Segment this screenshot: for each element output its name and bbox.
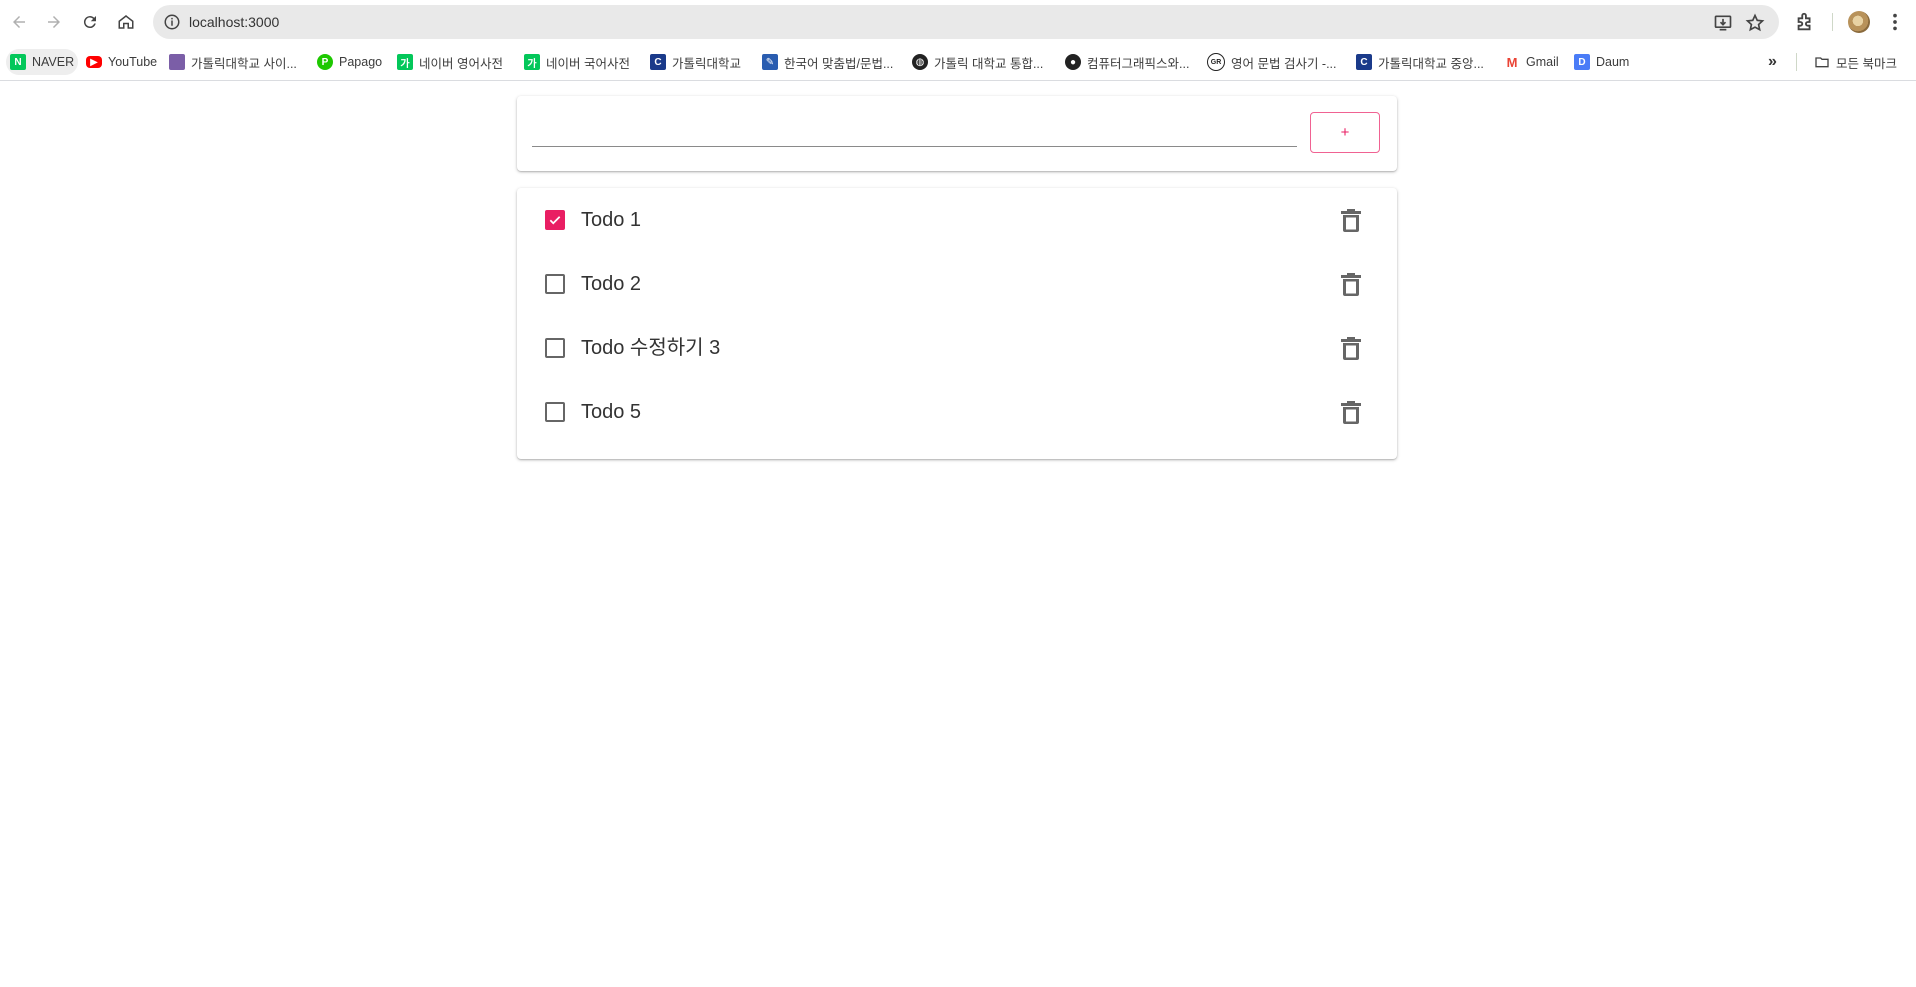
bookmark-label: 가톨릭대학교 — [672, 56, 742, 71]
bookmark-label: 네이버 국어사전 — [546, 56, 630, 71]
trash-icon — [1341, 273, 1361, 296]
site-info-icon[interactable] — [163, 13, 181, 31]
trash-icon — [1341, 337, 1361, 360]
todo-checkbox[interactable] — [545, 338, 565, 358]
todo-text[interactable]: Todo 수정하기 3 — [581, 316, 720, 380]
back-arrow-icon — [13, 16, 25, 28]
naver-dict-icon: 가 — [397, 54, 413, 70]
bookmark-grammar-checker[interactable]: GR 영어 문법 검사기 -... — [1203, 49, 1341, 75]
chevron-double-right-icon: » — [1768, 53, 1777, 70]
reload-button[interactable] — [76, 8, 104, 36]
naver-icon: N — [10, 54, 26, 70]
folder-icon — [1815, 57, 1829, 68]
bookmark-naver-english-dict[interactable]: 가 네이버 영어사전 — [393, 49, 507, 75]
gmail-icon: M — [1504, 54, 1520, 70]
bookmark-label: Daum — [1596, 55, 1630, 69]
todo-text[interactable]: Todo 1 — [581, 188, 641, 252]
toolbar-divider — [1832, 13, 1833, 31]
todo-item: Todo 수정하기 3 — [517, 316, 1397, 380]
bookmark-label: 가톨릭 대학교 통합... — [934, 56, 1044, 71]
bookmark-cuk[interactable]: C 가톨릭대학교 — [646, 49, 745, 75]
bookmark-label: 가톨릭대학교 중앙... — [1378, 56, 1484, 71]
bookmark-catholic-univ[interactable]: 가톨릭대학교 사이... — [165, 49, 301, 75]
todo-text[interactable]: Todo 5 — [581, 380, 641, 444]
bookmark-label: 네이버 영어사전 — [419, 56, 503, 71]
install-app-icon[interactable] — [1713, 13, 1733, 33]
catholic-univ-icon — [169, 54, 185, 70]
bookmark-label: YouTube — [108, 55, 158, 69]
bookmark-computer-graphics[interactable]: ● 컴퓨터그래픽스와... — [1061, 49, 1193, 75]
bookmark-papago[interactable]: P Papago — [313, 49, 386, 75]
forward-button[interactable] — [40, 8, 68, 36]
trash-icon — [1341, 401, 1361, 424]
bookmark-label: NAVER — [32, 55, 75, 69]
todo-input[interactable] — [532, 116, 1297, 147]
bookmark-daum[interactable]: D Daum — [1570, 49, 1633, 75]
bookmarks-divider — [1796, 53, 1797, 71]
checkmark-icon — [549, 216, 561, 225]
reload-icon — [83, 16, 96, 29]
delete-todo-button[interactable] — [1337, 398, 1365, 426]
browser-toolbar: localhost:3000 — [0, 0, 1916, 44]
forward-arrow-icon — [48, 16, 60, 28]
todo-text[interactable]: Todo 2 — [581, 252, 641, 316]
todo-checkbox[interactable] — [545, 210, 565, 230]
more-menu-icon[interactable] — [1884, 11, 1906, 33]
bookmark-spellcheck[interactable]: ✎ 한국어 맞춤법/문법... — [758, 49, 897, 75]
home-icon — [118, 15, 134, 29]
back-button[interactable] — [5, 8, 33, 36]
bookmark-label: 가톨릭대학교 사이... — [191, 56, 297, 71]
bookmark-gmail[interactable]: M Gmail — [1500, 49, 1563, 75]
add-todo-card: + — [517, 96, 1397, 171]
home-button[interactable] — [112, 8, 140, 36]
bookmark-label: 모든 북마크 — [1836, 56, 1897, 71]
todo-item: Todo 1 — [517, 188, 1397, 252]
todo-item: Todo 2 — [517, 252, 1397, 316]
github-icon: ● — [1065, 54, 1081, 70]
bookmark-label: 컴퓨터그래픽스와... — [1087, 56, 1190, 71]
profile-avatar[interactable] — [1848, 11, 1870, 33]
bookmark-label: 영어 문법 검사기 -... — [1231, 56, 1337, 71]
daum-icon: D — [1574, 54, 1590, 70]
add-todo-button[interactable]: + — [1310, 112, 1380, 153]
todo-item: Todo 5 — [517, 380, 1397, 444]
address-bar[interactable]: localhost:3000 — [153, 5, 1779, 39]
delete-todo-button[interactable] — [1337, 270, 1365, 298]
bookmark-cuk-library[interactable]: C 가톨릭대학교 중앙... — [1352, 49, 1488, 75]
bookmark-youtube[interactable]: ▶ YouTube — [82, 49, 161, 75]
delete-todo-button[interactable] — [1337, 206, 1365, 234]
bookmark-star-icon[interactable] — [1745, 13, 1765, 33]
bookmark-naver-korean-dict[interactable]: 가 네이버 국어사전 — [520, 49, 634, 75]
url-text: localhost:3000 — [189, 14, 280, 30]
youtube-icon: ▶ — [86, 56, 102, 68]
naver-dict-icon: 가 — [524, 54, 540, 70]
bookmark-naver[interactable]: N NAVER — [6, 49, 79, 75]
cuk-icon: C — [1356, 54, 1372, 70]
globe-icon: ◍ — [912, 54, 928, 70]
todo-checkbox[interactable] — [545, 274, 565, 294]
extensions-icon[interactable] — [1794, 11, 1816, 33]
bookmark-cuk-portal[interactable]: ◍ 가톨릭 대학교 통합... — [908, 49, 1047, 75]
papago-icon: P — [317, 54, 333, 70]
more-bookmarks-button[interactable]: » — [1764, 49, 1781, 75]
todo-checkbox[interactable] — [545, 402, 565, 422]
todo-list: Todo 1 Todo 2 Todo 수정하기 3 Todo 5 — [517, 188, 1397, 459]
bookmark-label: Papago — [339, 55, 383, 69]
bookmark-label: Gmail — [1526, 55, 1559, 69]
bookmark-label: 한국어 맞춤법/문법... — [784, 56, 894, 71]
all-bookmarks-button[interactable]: 모든 북마크 — [1810, 49, 1901, 75]
cuk-icon: C — [650, 54, 666, 70]
trash-icon — [1341, 209, 1361, 232]
bookmarks-bar: N NAVER ▶ YouTube 가톨릭대학교 사이... P Papago … — [0, 44, 1916, 81]
spellcheck-icon: ✎ — [762, 54, 778, 70]
delete-todo-button[interactable] — [1337, 334, 1365, 362]
grammar-icon: GR — [1207, 53, 1225, 71]
